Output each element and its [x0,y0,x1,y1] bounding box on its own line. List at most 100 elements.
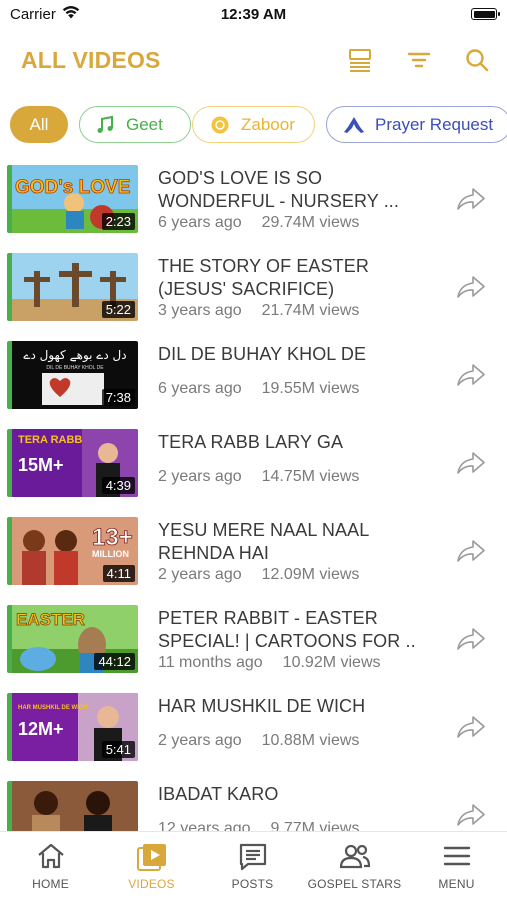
video-thumbnail[interactable]: 5:22 [7,253,138,321]
video-views: 29.74M views [261,214,360,231]
share-icon[interactable] [456,274,486,300]
video-age: 12 years ago [158,820,251,831]
video-thumbnail[interactable] [7,781,138,831]
video-title[interactable]: THE STORY OF EASTER (JESUS' SACRIFICE) [158,255,416,301]
duration-badge: 5:41 [101,741,135,758]
video-meta: 2 years ago 14.75M views [158,468,359,486]
video-views: 14.75M views [261,468,360,485]
thumbnail-text: 13+ [92,524,133,551]
status-bar: Carrier 12:39 AM [0,0,507,30]
chip-label: Prayer Request [375,114,494,134]
page-title: ALL VIDEOS [21,47,161,73]
share-icon[interactable] [456,802,486,828]
duration-badge: 7:38 [101,389,135,406]
video-list: GOD's LOVE 2:23 GOD'S LOVE IS SO WONDERF… [0,163,507,831]
share-icon[interactable] [456,714,486,740]
thumbnail-text: TERA RABB [18,434,82,446]
video-thumbnail[interactable]: HAR MUSHKIL DE WICH 12M+ 5:41 [7,693,138,761]
chip-geet[interactable]: Geet [79,106,191,143]
tab-videos[interactable]: VIDEOS [101,832,202,900]
share-icon[interactable] [456,626,486,652]
video-views: 10.88M views [261,732,360,749]
video-title[interactable]: TERA RABB LARY GA [158,431,416,454]
video-title[interactable]: DIL DE BUHAY KHOL DE [158,343,416,366]
thumbnail-subtext: MILLION [92,549,129,559]
video-row[interactable]: 13+ MILLION 4:11 YESU MERE NAAL NAAL REH… [0,516,507,586]
video-age: 11 months ago [158,654,263,671]
chip-label: Geet [126,114,163,134]
tab-label: HOME [32,877,69,891]
chip-label: All [29,114,49,134]
app-header: ALL VIDEOS [0,40,507,84]
video-title[interactable]: IBADAT KARO [158,783,416,806]
video-thumbnail[interactable]: EASTER 44:12 [7,605,138,673]
video-title[interactable]: GOD'S LOVE IS SO WONDERFUL - NURSERY ... [158,167,416,213]
video-title[interactable]: PETER RABBIT - EASTER SPECIAL! | CARTOON… [158,607,416,653]
tab-posts[interactable]: POSTS [202,832,303,900]
share-icon[interactable] [456,450,486,476]
video-age: 2 years ago [158,468,242,485]
tab-label: VIDEOS [128,877,175,891]
video-row[interactable]: IBADAT KARO 12 years ago 9.77M views [0,780,507,831]
share-icon[interactable] [456,362,486,388]
video-meta: 2 years ago 12.09M views [158,566,359,584]
thumbnail-text: دل دے بوھے کھول دے [23,348,126,363]
chip-zaboor[interactable]: Zaboor [192,106,315,143]
circle-icon [209,114,231,136]
video-row[interactable]: TERA RABB 15M+ 4:39 TERA RABB LARY GA 2 … [0,428,507,498]
share-icon[interactable] [456,186,486,212]
tab-label: POSTS [231,877,274,891]
clock: 12:39 AM [220,6,287,23]
video-meta: 12 years ago 9.77M views [158,820,359,831]
people-icon [304,842,405,872]
video-age: 2 years ago [158,566,242,583]
tab-label: MENU [438,877,475,891]
search-icon[interactable] [463,46,491,74]
video-library-icon [101,842,202,872]
filter-icon[interactable] [405,46,433,74]
music-note-icon [94,114,116,136]
video-title[interactable]: YESU MERE NAAL NAAL REHNDA HAI [158,519,416,565]
video-row[interactable]: EASTER 44:12 PETER RABBIT - EASTER SPECI… [0,604,507,674]
tab-menu[interactable]: MENU [406,832,507,900]
video-thumbnail[interactable]: 13+ MILLION 4:11 [7,517,138,585]
video-thumbnail[interactable]: دل دے بوھے کھول دے DIL DE BUHAY KHOL DE … [7,341,138,409]
tab-home[interactable]: HOME [0,832,101,900]
list-view-icon[interactable] [346,46,374,74]
video-title[interactable]: HAR MUSHKIL DE WICH [158,695,416,718]
thumbnail-text: HAR MUSHKIL DE WICH [18,705,88,711]
video-row[interactable]: 5:22 THE STORY OF EASTER (JESUS' SACRIFI… [0,252,507,322]
video-age: 6 years ago [158,380,242,397]
video-views: 10.92M views [282,654,381,671]
video-row[interactable]: دل دے بوھے کھول دے DIL DE BUHAY KHOL DE … [0,340,507,410]
video-age: 2 years ago [158,732,242,749]
bottom-tab-bar: HOME VIDEOS POSTS GOSPEL STARS MENU [0,831,507,900]
video-meta: 6 years ago 29.74M views [158,214,359,232]
video-row[interactable]: HAR MUSHKIL DE WICH 12M+ 5:41 HAR MUSHKI… [0,692,507,762]
thumbnail-text: EASTER [16,610,85,629]
video-thumbnail[interactable]: TERA RABB 15M+ 4:39 [7,429,138,497]
video-row[interactable]: GOD's LOVE 2:23 GOD'S LOVE IS SO WONDERF… [0,164,507,234]
video-meta: 11 months ago 10.92M views [158,654,381,672]
video-meta: 3 years ago 21.74M views [158,302,359,320]
duration-badge: 4:11 [102,565,135,582]
praying-hands-icon [343,114,365,136]
tab-gospel-stars[interactable]: GOSPEL STARS [304,832,405,900]
video-age: 6 years ago [158,214,242,231]
chip-all[interactable]: All [10,106,68,143]
chip-label: Zaboor [241,114,295,134]
menu-icon [406,842,507,872]
video-views: 21.74M views [261,302,360,319]
duration-badge: 5:22 [101,301,135,318]
video-thumbnail[interactable]: GOD's LOVE 2:23 [7,165,138,233]
video-views: 12.09M views [261,566,360,583]
battery-icon [471,8,500,20]
duration-badge: 4:39 [101,477,135,494]
video-meta: 6 years ago 19.55M views [158,380,359,398]
chip-prayer-request[interactable]: Prayer Request [326,106,507,143]
home-icon [0,842,101,872]
video-views: 19.55M views [261,380,360,397]
tab-label: GOSPEL STARS [307,877,402,891]
duration-badge: 2:23 [101,213,135,230]
share-icon[interactable] [456,538,486,564]
